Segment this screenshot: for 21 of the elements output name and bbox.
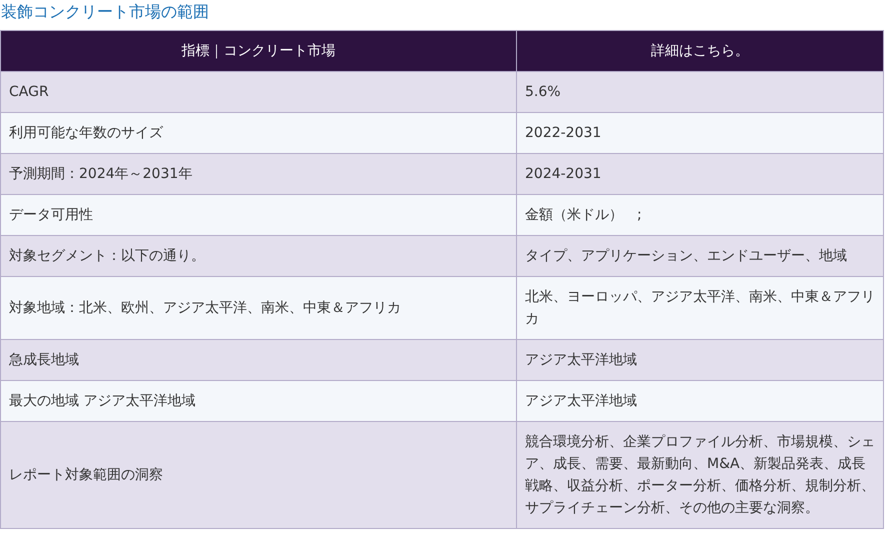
table-cell: 利用可能な年数のサイズ xyxy=(0,112,516,154)
table-cell: 急成長地域 xyxy=(0,340,516,380)
table-cell: アジア太平洋地域 xyxy=(516,380,884,422)
table-cell: データ可用性 xyxy=(0,194,516,236)
table-cell: 5.6% xyxy=(516,72,884,112)
table-cell: 2024-2031 xyxy=(516,154,884,194)
table-cell: レポート対象範囲の洞察 xyxy=(0,422,516,528)
table-cell: 2022-2031 xyxy=(516,112,884,154)
section-title: 装飾コンクリート市場の範囲 xyxy=(0,1,210,23)
table-cell: 北米、ヨーロッパ、アジア太平洋、南米、中東＆アフリカ xyxy=(516,276,884,340)
table-cell: CAGR xyxy=(0,72,516,112)
table-cell: 最大の地域 アジア太平洋地域 xyxy=(0,380,516,422)
table-cell: アジア太平洋地域 xyxy=(516,340,884,380)
table-cell: 対象セグメント：以下の通り。 xyxy=(0,236,516,276)
column-header: 詳細はこちら。 xyxy=(516,30,884,72)
column-header: 指標｜コンクリート市場 xyxy=(0,30,516,72)
table-cell: 対象地域：北米、欧州、アジア太平洋、南米、中東＆アフリカ xyxy=(0,276,516,340)
table-cell: 競合環境分析、企業プロファイル分析、市場規模、シェア、成長、需要、最新動向、M&A、新製品発表、成長戦略、収益分析、ポーター分析、価格分析、規制分析、サプライチェーン分析、その他の主要な洞察。 xyxy=(516,422,884,528)
table-cell: 金額（米ドル） ; xyxy=(516,194,884,236)
table-cell: タイプ、アプリケーション、エンドユーザー、地域 xyxy=(516,236,884,276)
table-cell: 予測期間：2024年～2031年 xyxy=(0,154,516,194)
